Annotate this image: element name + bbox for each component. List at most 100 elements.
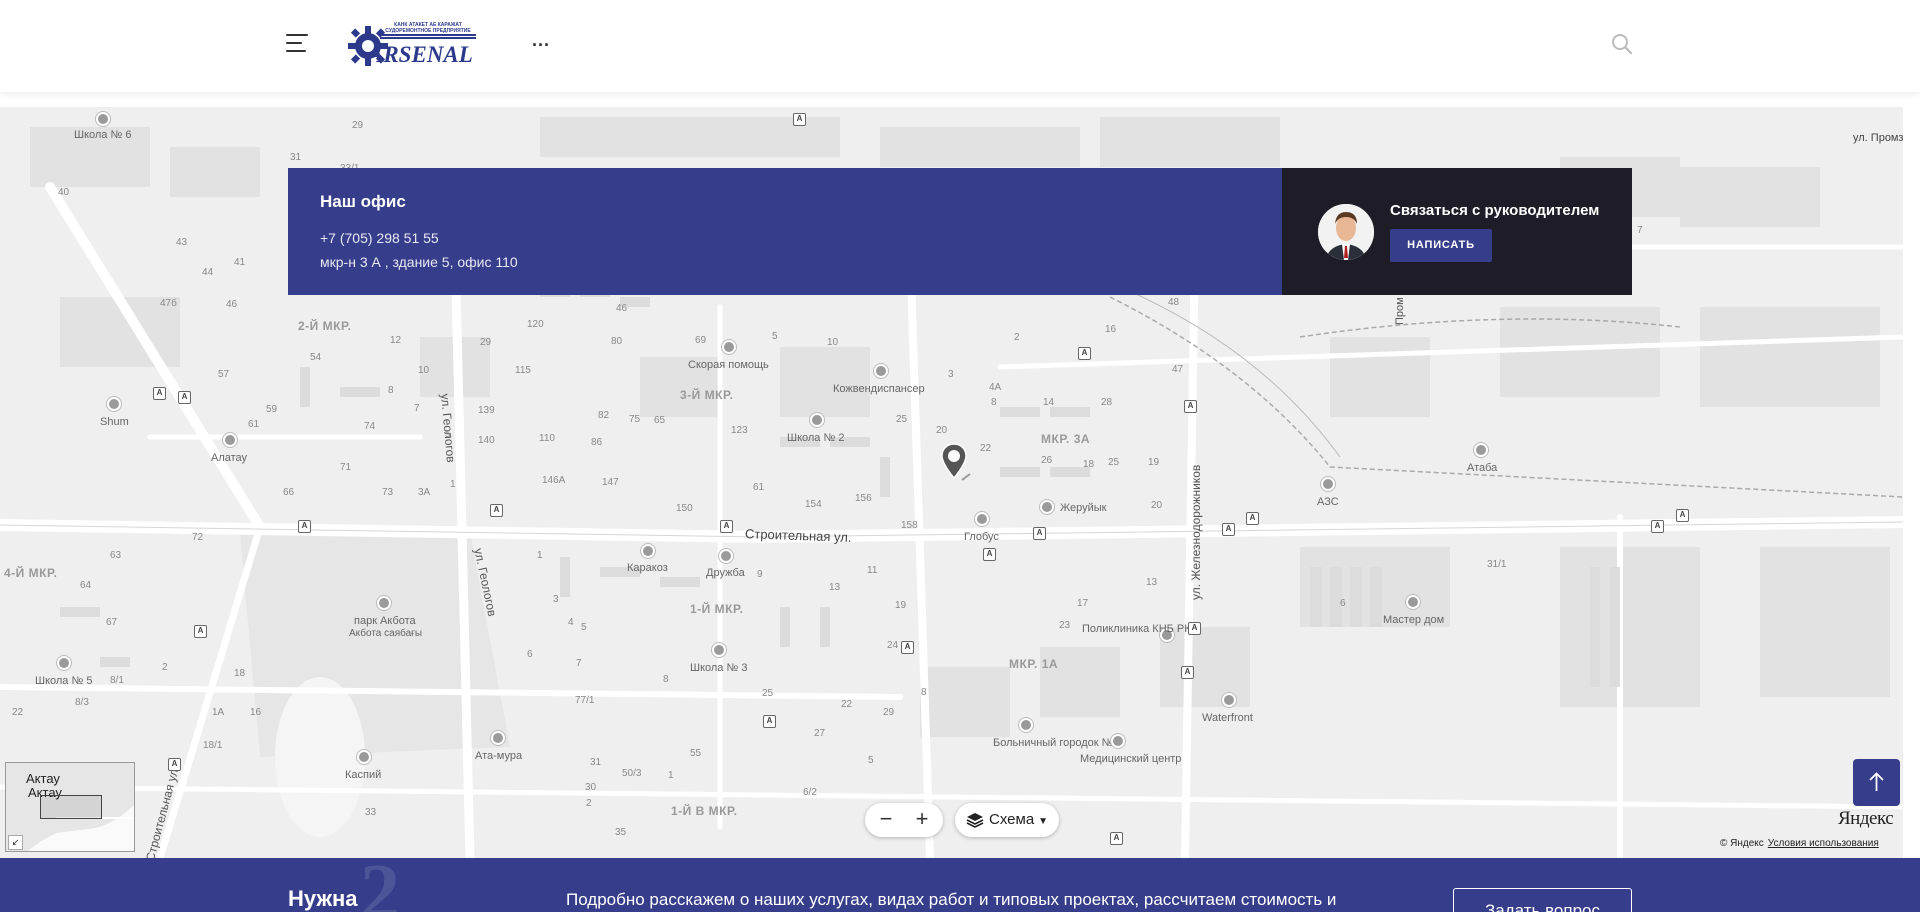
house-number: 18 <box>1083 459 1095 470</box>
terms-link[interactable]: Условия использования <box>1768 838 1879 849</box>
bus-stop-icon[interactable]: A <box>298 520 311 533</box>
poi-label: Школа № 5 <box>35 675 93 687</box>
fuel-icon[interactable] <box>1321 477 1335 491</box>
house-number: 46 <box>616 303 628 314</box>
house-number: 115 <box>515 365 531 376</box>
office-info-card: Наш офис +7 (705) 298 51 55 мкр-н 3 А , … <box>288 168 1282 295</box>
bus-stop-icon[interactable]: A <box>793 113 806 126</box>
house-number: 25 <box>1108 457 1120 468</box>
house-number: 8 <box>663 674 669 685</box>
school-icon[interactable] <box>57 656 71 670</box>
park-icon[interactable] <box>377 596 391 610</box>
house-number: 75 <box>629 414 641 425</box>
bus-stop-icon[interactable]: A <box>194 625 207 638</box>
house-number: 139 <box>478 405 495 416</box>
house-number: 41 <box>234 257 246 268</box>
sport-icon[interactable] <box>357 750 371 764</box>
bus-stop-icon[interactable]: A <box>153 387 166 400</box>
bus-stop-icon[interactable]: A <box>1110 832 1123 845</box>
map-layers-button[interactable]: Схема ▼ <box>955 803 1059 837</box>
house-number: 20 <box>1151 500 1163 511</box>
bus-stop-icon[interactable]: A <box>983 548 996 561</box>
house-number: 47 <box>1172 364 1184 375</box>
district-label: МКР. 1А <box>1009 657 1059 671</box>
school-icon[interactable] <box>96 112 110 126</box>
house-number: 3А <box>418 487 431 498</box>
bus-stop-icon[interactable]: A <box>1033 527 1046 540</box>
bus-stop-icon[interactable]: A <box>1188 622 1201 635</box>
shop-icon[interactable] <box>107 397 121 411</box>
shop-icon[interactable] <box>719 549 733 563</box>
house-number: 6 <box>527 649 533 660</box>
house-number: 33 <box>365 807 377 818</box>
house-number: 86 <box>591 437 603 448</box>
house-number: 16 <box>1105 324 1117 335</box>
bus-stop-icon[interactable]: A <box>168 758 181 771</box>
shop-icon[interactable] <box>975 512 989 526</box>
house-number: 77/1 <box>575 695 595 706</box>
bus-stop-icon[interactable]: A <box>1246 512 1259 525</box>
arsenal-logo[interactable]: КАНК АТАКЕТ АЕ КАРАЖАТ СУДОРЕМОНТНОЕ ПРЕ… <box>346 20 478 72</box>
bus-stop-icon[interactable]: A <box>720 520 733 533</box>
bus-stop-icon[interactable]: A <box>1651 520 1664 533</box>
house-number: 18/1 <box>203 740 223 751</box>
bus-stop-icon[interactable]: A <box>1676 509 1689 522</box>
shop-icon[interactable] <box>223 433 237 447</box>
shop-icon[interactable] <box>1406 595 1420 609</box>
shop-icon[interactable] <box>1222 693 1236 707</box>
poi-label: Жеруйык <box>1060 502 1107 514</box>
house-number: 2 <box>1014 332 1020 343</box>
zoom-out-button[interactable]: − <box>867 803 905 837</box>
house-number: 10 <box>827 337 839 348</box>
minimap-collapse-icon[interactable]: ↙ <box>8 835 23 850</box>
bus-stop-icon[interactable]: A <box>901 641 914 654</box>
hospital-icon[interactable] <box>1019 718 1033 732</box>
office-phone[interactable]: +7 (705) 298 51 55 <box>320 230 439 246</box>
house-number: 6/2 <box>803 787 817 798</box>
bus-stop-icon[interactable]: A <box>1222 523 1235 536</box>
hotel-icon[interactable] <box>1040 500 1054 514</box>
menu-icon[interactable] <box>286 34 308 54</box>
zoom-controls: − + <box>865 803 943 837</box>
house-number: 5 <box>581 622 587 633</box>
shop-icon[interactable] <box>641 544 655 558</box>
shop-icon[interactable] <box>491 731 505 745</box>
shop-icon[interactable] <box>1474 443 1488 457</box>
house-number: 64 <box>80 580 92 591</box>
poi-label: Мастер дом <box>1383 614 1445 626</box>
minimap[interactable]: Актау Актау ↙ <box>5 762 135 852</box>
more-menu-button[interactable]: ... <box>532 30 550 51</box>
poi-label: Ата-мура <box>475 750 523 762</box>
hospital-icon[interactable] <box>722 340 736 354</box>
poi-label: Поликлиника КНБ РК <box>1082 623 1191 636</box>
house-number: 158 <box>901 520 918 531</box>
minimap-viewport[interactable] <box>40 795 102 819</box>
bus-stop-icon[interactable]: A <box>763 715 776 728</box>
house-number: 67 <box>106 617 118 628</box>
house-number: 1 <box>668 770 674 781</box>
poi-label: Каракоз <box>627 562 668 574</box>
search-icon[interactable] <box>1610 32 1634 56</box>
house-number: 8 <box>388 385 394 396</box>
bus-stop-icon[interactable]: A <box>1184 400 1197 413</box>
yandex-logo[interactable]: Яндекс <box>1838 808 1894 830</box>
house-number: 19 <box>1148 457 1160 468</box>
write-button[interactable]: НАПИСАТЬ <box>1390 229 1492 262</box>
scroll-to-top-button[interactable] <box>1853 759 1900 806</box>
hospital-icon[interactable] <box>874 364 888 378</box>
house-number: 147 <box>602 477 619 488</box>
bus-stop-icon[interactable]: A <box>178 391 191 404</box>
school-icon[interactable] <box>810 413 824 427</box>
bus-stop-icon[interactable]: A <box>1078 347 1091 360</box>
copyright-text: © Яндекс <box>1720 838 1764 849</box>
school-icon[interactable] <box>712 643 726 657</box>
bus-stop-icon[interactable]: A <box>1181 666 1194 679</box>
ask-question-button[interactable]: Задать вопрос <box>1453 888 1632 912</box>
house-number: 22 <box>12 707 24 718</box>
poi-label: АЗС <box>1317 496 1339 508</box>
house-number: 18 <box>234 668 246 679</box>
bus-stop-icon[interactable]: A <box>490 504 503 517</box>
hospital-icon[interactable] <box>1111 734 1125 748</box>
zoom-in-button[interactable]: + <box>903 803 941 837</box>
office-location-pin[interactable] <box>940 442 974 486</box>
